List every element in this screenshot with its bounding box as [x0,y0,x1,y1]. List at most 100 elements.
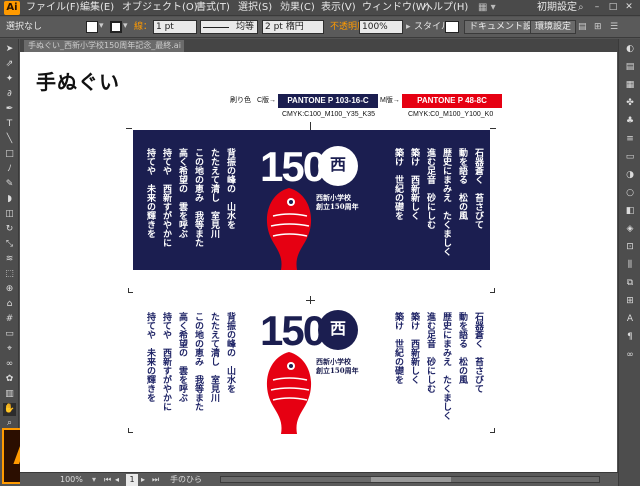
paragraph-icon[interactable]: ¶ [623,331,637,344]
magic-wand-icon[interactable]: ✦ [3,73,16,86]
fill-swatch[interactable] [86,21,98,33]
graph-tool-icon[interactable]: ▥ [3,388,16,401]
color-panel-icon[interactable]: ◐ [623,43,637,56]
prev-page-icon[interactable]: ◂ [115,474,119,486]
chevron-down-icon[interactable]: ▾ [123,20,128,32]
menu-bridge-icon[interactable]: ▦ ▾ [478,2,496,14]
verse-line: たたえて清し 室見川 [209,312,219,402]
pencil-icon[interactable]: ✎ [3,178,16,191]
preferences-button[interactable]: 環境設定 [530,20,577,34]
verse-line: たたえて清し 室見川 [209,148,219,238]
verse-line: 石器蒼く 苔さびて [473,148,483,229]
symbol-sprayer-icon[interactable]: ✿ [3,373,16,386]
menu-help[interactable]: ヘルプ(H) [423,2,468,14]
next-page-icon[interactable]: ▸ [141,474,145,486]
menu-view[interactable]: 表示(V) [321,2,356,14]
scale-tool-icon[interactable]: ⤡ [3,238,16,251]
color-guide-icon[interactable]: ▤ [623,61,637,74]
menu-type[interactable]: 書式(T) [196,2,230,14]
paintbrush-icon[interactable]: ﾉ [3,163,16,176]
current-tool-status[interactable]: 手のひら [170,474,202,486]
verse-line: この地の恵み 我等また [193,312,203,411]
verse-line: この地の恵み 我等また [193,148,203,247]
align-panel-icon[interactable]: ⫼ [623,259,637,272]
sea-bream-icon [266,352,312,434]
zoom-level[interactable]: 100% [60,474,83,486]
transparency-icon[interactable]: ◑ [623,169,637,182]
scrollbar-thumb[interactable] [371,477,451,482]
verse-line: 石器蒼く 苔さびて [473,312,483,393]
chevron-down-icon[interactable]: ▾ [92,474,96,486]
graphic-styles-icon[interactable]: ◧ [623,205,637,218]
perspective-grid-icon[interactable]: ⌂ [3,298,16,311]
menu-effect[interactable]: 効果(C) [280,2,315,14]
artboards-icon[interactable]: ⊡ [623,241,637,254]
search-icon[interactable]: ⌕ [578,2,584,14]
transform-panel-icon[interactable]: ⊞ [623,295,637,308]
eraser-icon[interactable]: ◫ [3,208,16,221]
workspace-switcher[interactable]: 初期設定 [537,2,577,14]
brush-definition[interactable]: 2 pt 楕円 [262,20,324,34]
last-page-icon[interactable]: ⏭ [152,474,159,486]
horizontal-scrollbar[interactable] [220,476,600,483]
panel-menu-icon[interactable]: ☰ [610,21,618,33]
crop-mark [126,128,132,129]
width-tool-icon[interactable]: ≋ [3,253,16,266]
blend-tool-icon[interactable]: ∞ [3,358,16,371]
verse-line: 動を語る 松の風 [457,312,467,384]
menu-window[interactable]: ウィンドウ(W) [362,2,430,14]
pen-tool-icon[interactable]: ✒ [3,103,16,116]
towel-navy-design[interactable]: 持てや 未来の輝きを 持てや 西新すがやかに 高く希望の 雲を呼ぶ この地の恵み… [133,130,490,270]
m-plate-label: M版→ [380,97,400,104]
verse-line: 動を語る 松の風 [457,148,467,220]
transform-icon[interactable]: ⊞ [594,21,602,33]
document-tab[interactable]: 手ぬぐい_西新小学校150周年記念_最終.ai @ 100% (CMYK/プレビ… [24,40,184,52]
shape-builder-icon[interactable]: ⊕ [3,283,16,296]
school-emblem: 西 [318,310,358,350]
pathfinder-icon[interactable]: ⧉ [623,277,637,290]
towel-white-design[interactable]: 持てや 未来の輝きを 持てや 西新すがやかに 高く希望の 雲を呼ぶ この地の恵み… [133,304,490,434]
panel-dock: ◐ ▤ ▦ ✤ ♣ ≡ ▭ ◑ ○ ◧ ◈ ⊡ ⫼ ⧉ ⊞ A ¶ ∞ [618,39,640,486]
stroke-swatch[interactable] [110,21,122,33]
rectangle-tool-icon[interactable]: □ [3,148,16,161]
line-tool-icon[interactable]: ╲ [3,133,16,146]
mesh-tool-icon[interactable]: # [3,313,16,326]
symbols-icon[interactable]: ♣ [623,115,637,128]
menu-edit[interactable]: 編集(E) [80,2,114,14]
links-icon[interactable]: ∞ [623,349,637,362]
brushes-icon[interactable]: ✤ [623,97,637,110]
app-logo: Ai [4,1,20,15]
layers-icon[interactable]: ◈ [623,223,637,236]
stroke-weight-field[interactable]: 1 pt [153,20,197,34]
menu-file[interactable]: ファイル(F) [26,2,80,14]
menu-object[interactable]: オブジェクト(O) [122,2,198,14]
verse-line: 歴史にまみえ たくましく [441,312,451,420]
appearance-icon[interactable]: ○ [623,187,637,200]
eyedropper-icon[interactable]: ⌖ [3,343,16,356]
swatches-icon[interactable]: ▦ [623,79,637,92]
selection-tool-icon[interactable]: ➤ [3,43,16,56]
page-number-field[interactable]: 1 [126,474,138,486]
first-page-icon[interactable]: ⏮ [104,474,111,486]
direct-selection-tool-icon[interactable]: ⇗ [3,58,16,71]
opacity-field[interactable]: 100% [359,20,403,34]
rotate-tool-icon[interactable]: ↻ [3,223,16,236]
type-tool-icon[interactable]: T [3,118,16,131]
stroke-panel-icon[interactable]: ≡ [623,133,637,146]
gradient-panel-icon[interactable]: ▭ [623,151,637,164]
chevron-right-icon[interactable]: ▸ [406,21,411,33]
lasso-icon[interactable]: ∂ [3,88,16,101]
free-transform-icon[interactable]: ⬚ [3,268,16,281]
print-colors-label: 刷り色 [230,97,251,104]
chevron-down-icon[interactable]: ▾ [99,20,104,32]
hand-tool-icon[interactable]: ✋ [3,403,16,416]
menu-select[interactable]: 選択(S) [238,2,272,14]
artboard-canvas[interactable]: 手ぬぐい 刷り色 C版→ PANTONE P 103-16-C CMYK:C10… [20,52,617,472]
align-icon[interactable]: ▤ [578,21,587,33]
gradient-tool-icon[interactable]: ▭ [3,328,16,341]
blob-brush-icon[interactable]: ◗ [3,193,16,206]
stroke-label[interactable]: 線： [134,21,152,33]
style-swatch[interactable] [445,21,459,33]
close-button[interactable]: ✕ [620,2,638,13]
character-icon[interactable]: A [623,313,637,326]
